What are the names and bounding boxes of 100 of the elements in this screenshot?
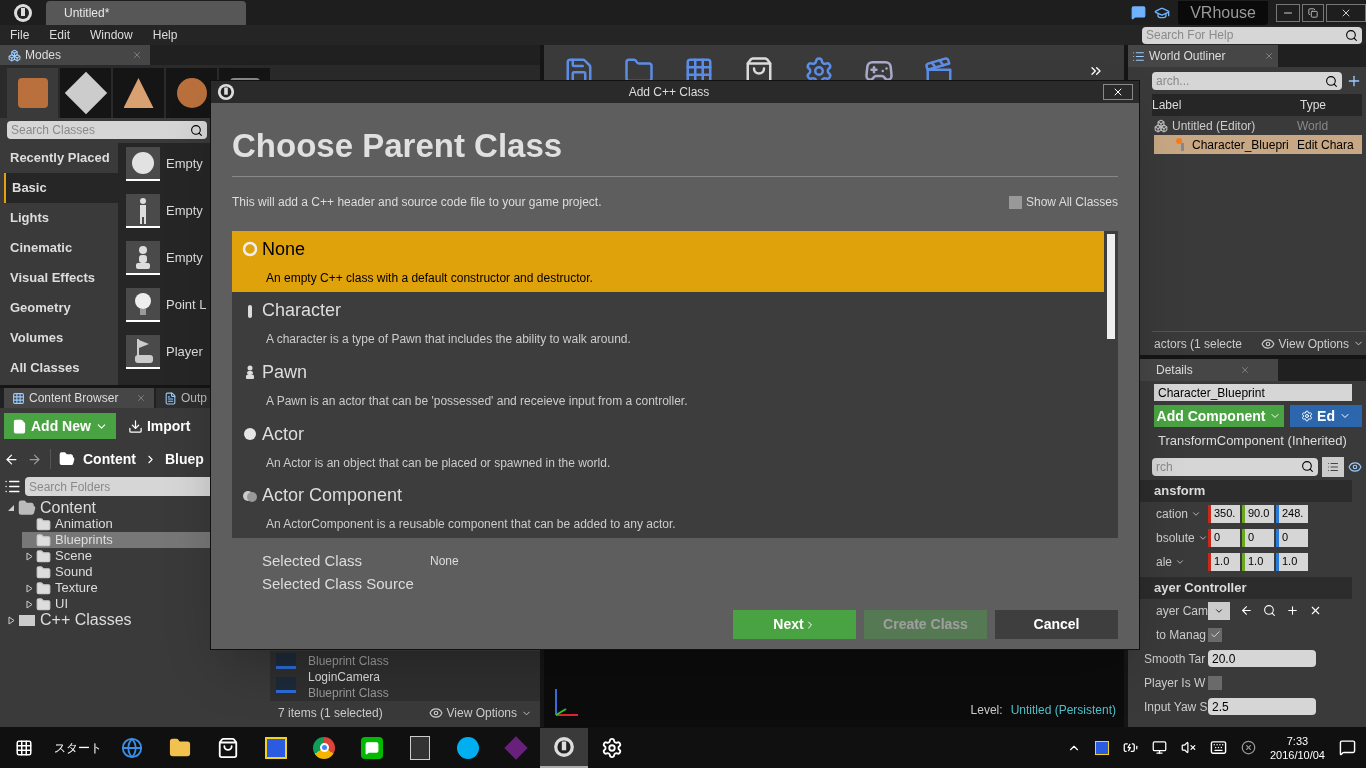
field-label: Selected Class (262, 551, 364, 571)
dialog-title: Add C++ Class (627, 84, 711, 101)
mute-icon[interactable] (1180, 740, 1196, 755)
eye-icon[interactable] (1348, 459, 1362, 474)
number-field[interactable]: 20.0 (1208, 650, 1316, 667)
item-count: 7 items (1 selected) (278, 705, 383, 722)
collapsed-arrow-icon[interactable] (25, 583, 33, 593)
category-tab[interactable]: Basic (4, 173, 118, 203)
folder-row[interactable]: Sound (22, 564, 262, 580)
panel-tab[interactable]: Content Browser (4, 388, 154, 408)
view-options-button[interactable]: View Options (428, 704, 532, 722)
add-folder-icon[interactable] (1346, 73, 1362, 89)
cancel-button[interactable]: Cancel (995, 610, 1118, 639)
game-tray-icon[interactable] (1094, 740, 1109, 755)
outliner-row[interactable]: Untitled (Editor) World (1154, 116, 1362, 135)
asset-item[interactable]: LoginCamera Blueprint Class (276, 669, 534, 701)
folder-row[interactable]: Scene (22, 548, 262, 564)
network-icon[interactable] (1151, 740, 1167, 755)
level-label: Level: (970, 702, 1003, 719)
name-field[interactable]: Character_Blueprint (1154, 384, 1352, 401)
menu-item[interactable]: Edit (39, 26, 81, 44)
actor-type: World (1297, 117, 1329, 135)
minimize-button[interactable] (1276, 3, 1300, 22)
search-icon (190, 123, 203, 137)
asset-type: Blueprint Class (308, 685, 389, 701)
class-description: An Actor is an object that can be placed or spawned in the world. (265, 454, 612, 472)
battery-icon[interactable] (1122, 740, 1138, 755)
close-button[interactable] (1103, 84, 1133, 100)
class-option[interactable]: Actor An Actor is an object that can be placed or spawned in the world. (232, 415, 1104, 477)
number-field[interactable]: 2.5 (1208, 698, 1316, 715)
column-header[interactable]: Type (1297, 96, 1362, 114)
number-field[interactable]: 1.0 (1276, 552, 1308, 571)
clock[interactable]: 7:33 2016/10/04 (1269, 733, 1325, 762)
view-options-button[interactable]: View Options (1260, 334, 1364, 353)
edit-button[interactable]: Ed (1290, 405, 1362, 427)
number-field[interactable]: 350. (1208, 504, 1240, 523)
number-field[interactable]: 0 (1276, 528, 1308, 547)
restore-button[interactable] (1302, 3, 1324, 22)
show-all-checkbox[interactable]: Show All Classes (1008, 193, 1118, 211)
chat-icon[interactable] (1131, 5, 1147, 20)
project-name: VRhouse (1178, 0, 1268, 25)
asset-item[interactable]: Blueprint Class (276, 653, 534, 669)
path-segment[interactable]: Bluep (164, 448, 204, 470)
class-name: Pawn (262, 361, 308, 384)
collapsed-arrow-icon[interactable] (25, 599, 33, 609)
grid-view-button[interactable] (1322, 456, 1344, 477)
scrollbar-thumb[interactable] (1107, 234, 1115, 339)
forward-icon[interactable] (27, 451, 42, 467)
notifications-icon[interactable] (1339, 739, 1356, 756)
folder-row[interactable]: UI (22, 596, 262, 612)
panel-tab[interactable]: World Outliner (1128, 45, 1278, 67)
list-icon (1327, 460, 1339, 473)
folder-icon (18, 499, 36, 517)
check-icon (1209, 629, 1221, 640)
search-icon[interactable] (1263, 604, 1276, 617)
keyboard-icon[interactable] (1209, 739, 1227, 756)
selected-class-value: None (430, 553, 459, 571)
collapsed-arrow-icon[interactable] (25, 551, 33, 561)
mode-icon[interactable] (60, 68, 111, 118)
tree-icon[interactable] (4, 478, 21, 495)
folder-row[interactable]: C++ Classes (4, 612, 262, 628)
menu-item[interactable]: File (0, 26, 40, 44)
path-segment[interactable]: Content (83, 448, 136, 470)
eye-icon (428, 706, 443, 720)
import-button[interactable]: Import (127, 415, 191, 437)
checkbox[interactable] (1208, 675, 1222, 690)
search-icon (1301, 460, 1314, 473)
component-row[interactable]: TransformComponent (Inherited) (1158, 431, 1366, 451)
property-label: Player Is W (1144, 674, 1206, 692)
folder-icon (36, 596, 51, 612)
menu-item[interactable]: Window (80, 26, 143, 44)
number-field[interactable]: 1.0 (1208, 552, 1240, 571)
number-field[interactable]: 1.0 (1242, 552, 1274, 571)
expanded-arrow-icon[interactable] (7, 504, 15, 512)
dropdown[interactable] (1208, 601, 1230, 620)
number-field[interactable]: 90.0 (1242, 504, 1274, 523)
outliner-row[interactable]: Character_Bluepri Edit Chara (1154, 135, 1362, 154)
document-tab[interactable]: Untitled* (46, 0, 246, 25)
ime-icon[interactable] (1240, 740, 1256, 755)
class-option[interactable]: None An empty C++ class with a default constructor and destructor. (232, 231, 1104, 292)
folder-icon (36, 516, 51, 532)
plus-icon[interactable] (1286, 604, 1299, 617)
number-field[interactable]: 248. (1276, 504, 1308, 523)
panel-tab[interactable]: Modes (0, 45, 150, 65)
start-label[interactable]: スタート (48, 738, 108, 757)
clear-icon[interactable] (1309, 604, 1322, 617)
column-header[interactable]: Label (1152, 96, 1297, 114)
number-field[interactable]: 0 (1242, 528, 1274, 547)
back-icon[interactable] (1240, 604, 1253, 617)
folder-row[interactable]: Texture (22, 580, 262, 596)
checkbox[interactable] (1208, 627, 1222, 642)
number-field[interactable]: 0 (1208, 528, 1240, 547)
property-label: bsolute (1156, 529, 1195, 547)
blueprint-icon (276, 677, 296, 693)
grid-icon (12, 391, 25, 405)
collapsed-arrow-icon[interactable] (7, 615, 15, 625)
field-label: Selected Class Source (262, 573, 415, 594)
back-icon[interactable] (4, 451, 19, 467)
menu-item[interactable]: Help (142, 26, 188, 44)
mode-icon[interactable] (113, 68, 164, 118)
